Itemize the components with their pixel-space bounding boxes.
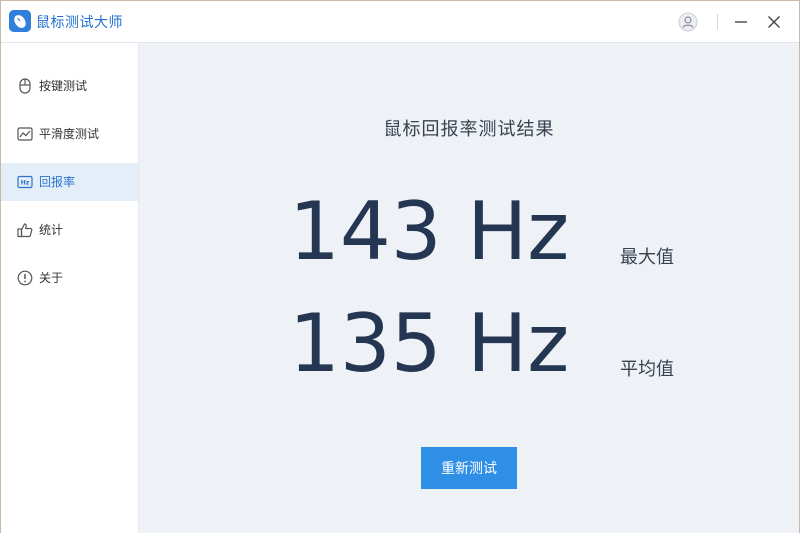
sidebar-item-label: 平滑度测试 [39,127,100,141]
svg-text:Hz: Hz [21,180,30,187]
sidebar-nav: 按键测试 平滑度测试 Hz 回报率 统计 关于 [1,43,139,533]
mouse-icon [19,78,31,94]
avg-rate-value: 135 Hz [289,297,570,390]
hz-icon: Hz [17,175,33,189]
max-rate-label: 最大值 [620,247,674,268]
title-bar-divider [717,14,718,30]
sidebar-item-label: 统计 [39,223,64,237]
sidebar-item-smoothness-test[interactable]: 平滑度测试 [1,115,138,153]
sidebar-item-label: 回报率 [39,175,76,189]
avg-rate-label: 平均值 [620,359,674,380]
app-title: 鼠标测试大师 [36,15,123,31]
thumbs-up-icon [17,223,33,238]
sidebar-item-label: 按键测试 [39,79,88,93]
user-icon[interactable] [675,9,701,35]
title-bar[interactable]: 鼠标测试大师 [1,1,799,43]
sidebar-item-label: 关于 [39,271,64,285]
minimize-icon[interactable] [728,9,754,35]
app-window: 鼠标测试大师 按键测试 平滑度测试 Hz 回报率 统计 关于 鼠标回报率测试结果… [0,0,800,533]
sidebar-item-polling-rate[interactable]: Hz 回报率 [1,163,138,201]
page-title: 鼠标回报率测试结果 [383,119,555,140]
sidebar-item-button-test[interactable]: 按键测试 [1,67,138,105]
main-content: 鼠标回报率测试结果 143 Hz 最大值 135 Hz 平均值 重新测试 [139,43,799,533]
max-rate-value: 143 Hz [289,185,570,278]
line-chart-icon [17,127,33,141]
info-icon [17,270,33,286]
retest-button[interactable]: 重新测试 [421,447,517,489]
sidebar-item-about[interactable]: 关于 [1,259,138,297]
close-icon[interactable] [761,9,787,35]
sidebar-item-statistics[interactable]: 统计 [1,211,138,249]
app-logo-icon [9,10,31,32]
